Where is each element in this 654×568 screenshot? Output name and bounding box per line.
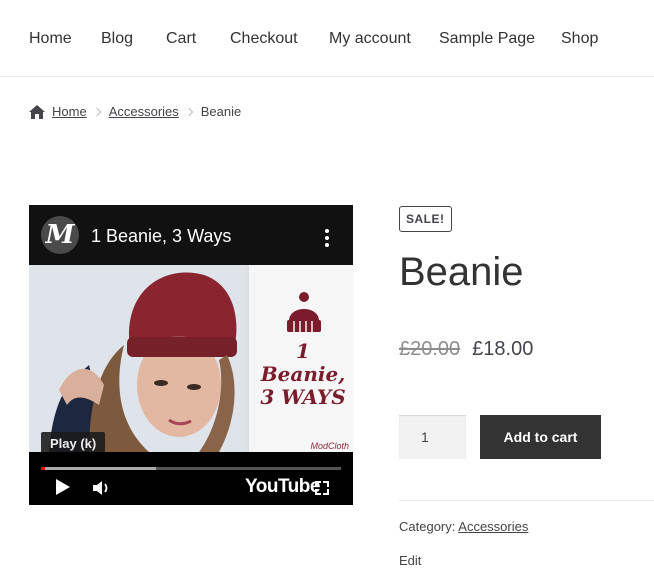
nav-shop[interactable]: Shop bbox=[561, 30, 598, 48]
video-title[interactable]: 1 Beanie, 3 Ways bbox=[91, 226, 231, 247]
more-options-icon[interactable] bbox=[325, 229, 329, 250]
product-category: Category: Accessories bbox=[399, 519, 528, 534]
nav-sample-page[interactable]: Sample Page bbox=[439, 30, 535, 48]
play-icon[interactable] bbox=[56, 479, 70, 495]
primary-navigation: Home Blog Cart Checkout My account Sampl… bbox=[0, 0, 654, 77]
breadcrumb: Home Accessories Beanie bbox=[29, 104, 241, 119]
breadcrumb-home-link[interactable]: Home bbox=[52, 104, 87, 119]
fullscreen-icon[interactable] bbox=[315, 481, 329, 495]
youtube-logo[interactable]: YouTube bbox=[245, 476, 320, 498]
nav-checkout[interactable]: Checkout bbox=[230, 30, 298, 48]
video-controls: YouTube bbox=[29, 452, 353, 505]
video-header: M 1 Beanie, 3 Ways bbox=[29, 205, 353, 265]
sale-price: £18.00 bbox=[472, 338, 534, 360]
old-price: £20.00 bbox=[399, 338, 461, 360]
video-promo-text: 1 Beanie, 3 WAYS bbox=[251, 340, 353, 409]
breadcrumb-category-link[interactable]: Accessories bbox=[109, 104, 179, 119]
breadcrumb-current: Beanie bbox=[200, 104, 242, 119]
beanie-icon bbox=[287, 292, 321, 332]
sale-badge: SALE! bbox=[399, 206, 452, 232]
video-promo-panel: 1 Beanie, 3 WAYS ModCloth bbox=[247, 265, 353, 452]
video-still-image bbox=[29, 265, 247, 452]
progress-bar[interactable] bbox=[41, 467, 341, 470]
nav-blog[interactable]: Blog bbox=[101, 30, 133, 48]
product-title: Beanie bbox=[399, 250, 524, 294]
product-price: £20.00 £18.00 bbox=[399, 338, 533, 361]
nav-cart[interactable]: Cart bbox=[166, 30, 196, 48]
add-to-cart-button[interactable]: Add to cart bbox=[480, 415, 601, 459]
breadcrumb-separator-icon bbox=[184, 107, 194, 116]
progress-loaded bbox=[45, 467, 156, 470]
promo-line-1: 1 Beanie, bbox=[260, 339, 346, 386]
video-thumbnail[interactable]: 1 Beanie, 3 WAYS ModCloth bbox=[29, 265, 353, 452]
volume-icon[interactable] bbox=[93, 480, 111, 496]
progress-played bbox=[41, 467, 45, 470]
category-label: Category: bbox=[399, 519, 456, 534]
divider bbox=[399, 500, 654, 501]
nav-home[interactable]: Home bbox=[29, 30, 72, 48]
home-icon bbox=[29, 104, 45, 119]
brand-watermark: ModCloth bbox=[310, 441, 349, 451]
nav-my-account[interactable]: My account bbox=[329, 30, 411, 48]
channel-avatar[interactable]: M bbox=[41, 216, 79, 254]
quantity-input[interactable] bbox=[399, 415, 466, 459]
promo-line-2: 3 WAYS bbox=[260, 385, 346, 409]
breadcrumb-separator-icon bbox=[92, 107, 101, 116]
category-link[interactable]: Accessories bbox=[458, 519, 528, 534]
youtube-video-player[interactable]: M 1 Beanie, 3 Ways 1 Beanie, 3 WAYS ModC… bbox=[29, 205, 353, 505]
